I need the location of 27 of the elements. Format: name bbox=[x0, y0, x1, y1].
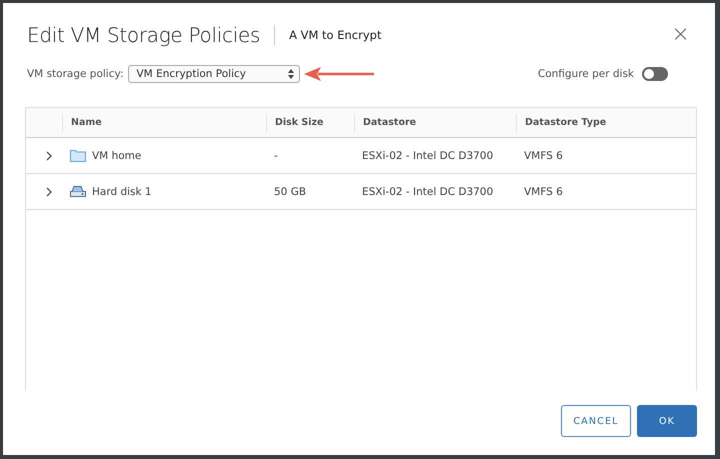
configure-per-disk-label: Configure per disk bbox=[538, 68, 634, 80]
table-cell: VM home bbox=[92, 150, 142, 162]
column-header[interactable]: Datastore Type bbox=[516, 114, 696, 132]
table-cell: Hard disk 1 bbox=[92, 186, 152, 198]
vm-name: A VM to Encrypt bbox=[289, 28, 382, 42]
expand-icon[interactable] bbox=[44, 186, 54, 196]
policy-dropdown[interactable]: VM Encryption Policy bbox=[128, 65, 300, 83]
folder-icon bbox=[70, 149, 86, 162]
table-cell: VMFS 6 bbox=[524, 150, 563, 162]
close-button[interactable]: × bbox=[671, 19, 691, 51]
column-header[interactable]: Datastore bbox=[354, 114, 516, 132]
table-cell: ESXi-02 - Intel DC D3700 bbox=[362, 186, 494, 198]
expand-icon[interactable] bbox=[44, 150, 54, 160]
cancel-button[interactable]: CANCEL bbox=[561, 405, 631, 437]
table-cell: VMFS 6 bbox=[524, 186, 563, 198]
policy-label: VM storage policy: bbox=[27, 68, 124, 80]
ok-button[interactable]: OK bbox=[637, 405, 697, 437]
table-cell: ESXi-02 - Intel DC D3700 bbox=[362, 150, 494, 162]
hard-disk-icon bbox=[70, 185, 86, 198]
column-header[interactable]: Name bbox=[62, 114, 266, 132]
column-header[interactable]: Disk Size bbox=[266, 114, 354, 132]
up-down-caret-icon bbox=[288, 69, 294, 79]
table-cell: - bbox=[274, 150, 278, 162]
arrow-icon bbox=[304, 66, 376, 82]
table-cell: 50 GB bbox=[274, 186, 306, 198]
dialog-title: Edit VM Storage Policies bbox=[27, 23, 260, 47]
toggle-switch[interactable] bbox=[642, 67, 668, 81]
